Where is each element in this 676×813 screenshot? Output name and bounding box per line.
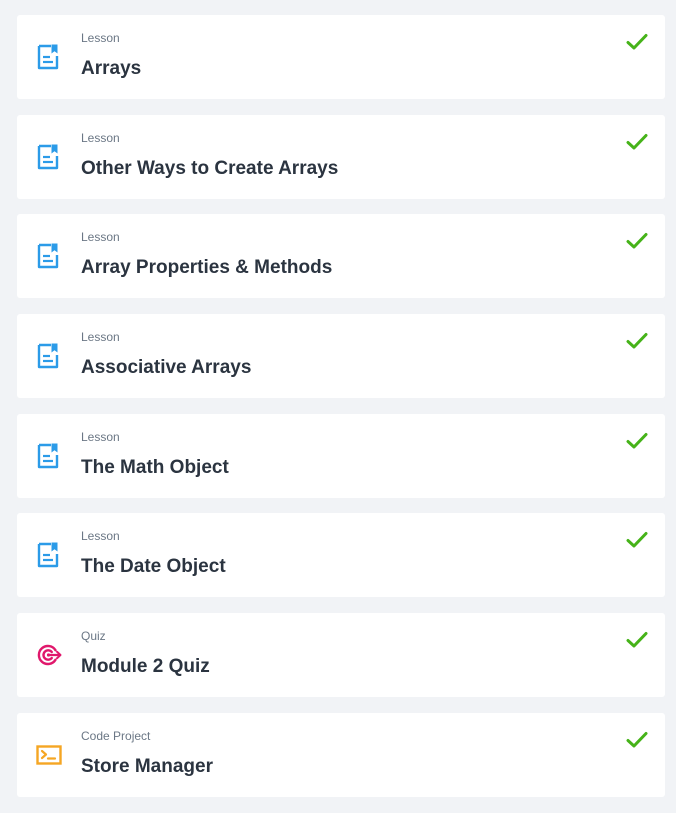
- checkmark-icon: [626, 731, 648, 749]
- list-item-the-math-object[interactable]: Lesson The Math Object: [17, 413, 665, 498]
- item-title[interactable]: Arrays: [81, 57, 141, 81]
- item-type-label: Lesson: [81, 429, 120, 444]
- item-title[interactable]: Other Ways to Create Arrays: [81, 157, 338, 181]
- checkmark-icon: [626, 33, 648, 51]
- item-type-label: Lesson: [81, 330, 120, 345]
- item-type-label: Code Project: [81, 728, 151, 743]
- item-title[interactable]: Array Properties & Methods: [81, 256, 332, 280]
- lesson-list: Lesson Arrays Lesson Other Ways to Creat…: [17, 15, 665, 813]
- item-title[interactable]: Associative Arrays: [81, 356, 251, 380]
- list-item-module-2-quiz[interactable]: Quiz Module 2 Quiz: [17, 613, 665, 698]
- list-item-arrays[interactable]: Lesson Arrays: [17, 15, 665, 99]
- checkmark-icon: [626, 133, 648, 151]
- item-type-label: Lesson: [81, 130, 120, 145]
- checkmark-icon: [626, 332, 648, 350]
- lesson-document-icon: [36, 242, 62, 270]
- lesson-document-icon: [36, 342, 62, 370]
- checkmark-icon: [626, 531, 648, 549]
- lesson-document-icon: [36, 143, 62, 171]
- list-item-associative-arrays[interactable]: Lesson Associative Arrays: [17, 314, 665, 399]
- item-title[interactable]: Store Manager: [81, 755, 213, 779]
- item-type-label: Lesson: [81, 31, 120, 45]
- checkmark-icon: [626, 232, 648, 250]
- checkmark-icon: [626, 631, 648, 649]
- item-type-label: Quiz: [81, 629, 106, 644]
- lesson-document-icon: [36, 442, 62, 470]
- item-type-label: Lesson: [81, 529, 120, 544]
- list-item-store-manager[interactable]: Code Project Store Manager: [17, 712, 665, 797]
- code-terminal-icon: [36, 741, 62, 769]
- lesson-document-icon: [36, 541, 62, 569]
- checkmark-icon: [626, 432, 648, 450]
- lesson-document-icon: [36, 43, 62, 71]
- quiz-target-icon: [36, 641, 62, 669]
- list-item-other-ways-to-create-arrays[interactable]: Lesson Other Ways to Create Arrays: [17, 114, 665, 199]
- item-title[interactable]: The Date Object: [81, 555, 226, 579]
- item-type-label: Lesson: [81, 230, 120, 245]
- list-item-array-properties-methods[interactable]: Lesson Array Properties & Methods: [17, 214, 665, 299]
- item-title[interactable]: The Math Object: [81, 456, 229, 480]
- list-item-the-date-object[interactable]: Lesson The Date Object: [17, 513, 665, 598]
- item-title[interactable]: Module 2 Quiz: [81, 655, 210, 679]
